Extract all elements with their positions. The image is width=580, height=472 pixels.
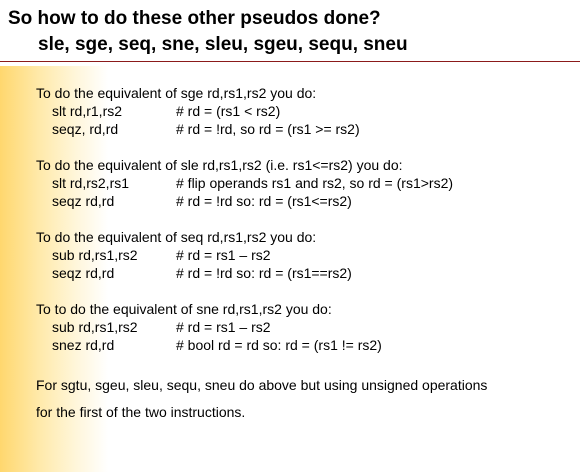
footer-line-1: For sgtu, sgeu, sleu, sequ, sneu do abov… — [36, 377, 488, 393]
code-comment: # rd = (rs1 < rs2) — [176, 103, 281, 119]
code-instruction: snez rd,rd — [52, 337, 115, 353]
code-comment: # rd = rs1 – rs2 — [176, 247, 271, 263]
code-comment: # rd = !rd so: rd = (rs1<=rs2) — [176, 193, 352, 209]
code-comment: # rd = rs1 – rs2 — [176, 319, 271, 335]
code-instruction: sub rd,rs1,rs2 — [52, 247, 138, 263]
code-instruction: slt rd,rs2,rs1 — [52, 175, 130, 191]
code-instruction: seqz rd,rd — [52, 193, 115, 209]
code-instruction: seqz, rd,rd — [52, 121, 119, 137]
section-sle: To do the equivalent of sle rd,rs1,rs2 (… — [36, 156, 487, 210]
title-line-1: So how to do these other pseudos done? — [8, 8, 381, 29]
code-instruction: slt rd,r1,rs2 — [52, 103, 123, 119]
code-line: sub rd,rs1,rs2 # rd = rs1 – rs2 — [36, 246, 487, 264]
title-line-2: sle, sge, seq, sne, sleu, sgeu, sequ, sn… — [38, 34, 408, 55]
code-line: seqz rd,rd # rd = !rd so: rd = (rs1==rs2… — [36, 264, 487, 282]
code-comment: # rd = !rd so: rd = (rs1==rs2) — [176, 265, 352, 281]
section-intro: To do the equivalent of seq rd,rs1,rs2 y… — [36, 229, 317, 245]
title-divider — [0, 61, 580, 62]
code-comment: # bool rd = rd so: rd = (rs1 != rs2) — [176, 337, 382, 353]
footer-line-2: for the first of the two instructions. — [36, 404, 246, 420]
code-comment: # rd = !rd, so rd = (rs1 >= rs2) — [176, 121, 360, 137]
section-unsigned-note: For sgtu, sgeu, sleu, sequ, sneu do abov… — [36, 372, 487, 426]
code-instruction: sub rd,rs1,rs2 — [52, 319, 138, 335]
slide-body: To do the equivalent of sge rd,rs1,rs2 y… — [36, 84, 487, 426]
code-line: seqz rd,rd # rd = !rd so: rd = (rs1<=rs2… — [36, 192, 487, 210]
code-line: slt rd,r1,rs2 # rd = (rs1 < rs2) — [36, 102, 487, 120]
code-comment: # flip operands rs1 and rs2, so rd = (rs… — [176, 175, 454, 191]
section-intro: To to do the equivalent of sne rd,rs1,rs… — [36, 301, 332, 317]
section-seq: To do the equivalent of seq rd,rs1,rs2 y… — [36, 228, 487, 282]
section-sne: To to do the equivalent of sne rd,rs1,rs… — [36, 300, 487, 354]
code-line: snez rd,rd # bool rd = rd so: rd = (rs1 … — [36, 336, 487, 354]
section-intro: To do the equivalent of sle rd,rs1,rs2 (… — [36, 157, 403, 173]
section-sge: To do the equivalent of sge rd,rs1,rs2 y… — [36, 84, 487, 138]
section-intro: To do the equivalent of sge rd,rs1,rs2 y… — [36, 85, 317, 101]
code-instruction: seqz rd,rd — [52, 265, 115, 281]
slide-title: So how to do these other pseudos done? s… — [8, 6, 408, 58]
code-line: slt rd,rs2,rs1 # flip operands rs1 and r… — [36, 174, 487, 192]
code-line: sub rd,rs1,rs2 # rd = rs1 – rs2 — [36, 318, 487, 336]
code-line: seqz, rd,rd # rd = !rd, so rd = (rs1 >= … — [36, 120, 487, 138]
